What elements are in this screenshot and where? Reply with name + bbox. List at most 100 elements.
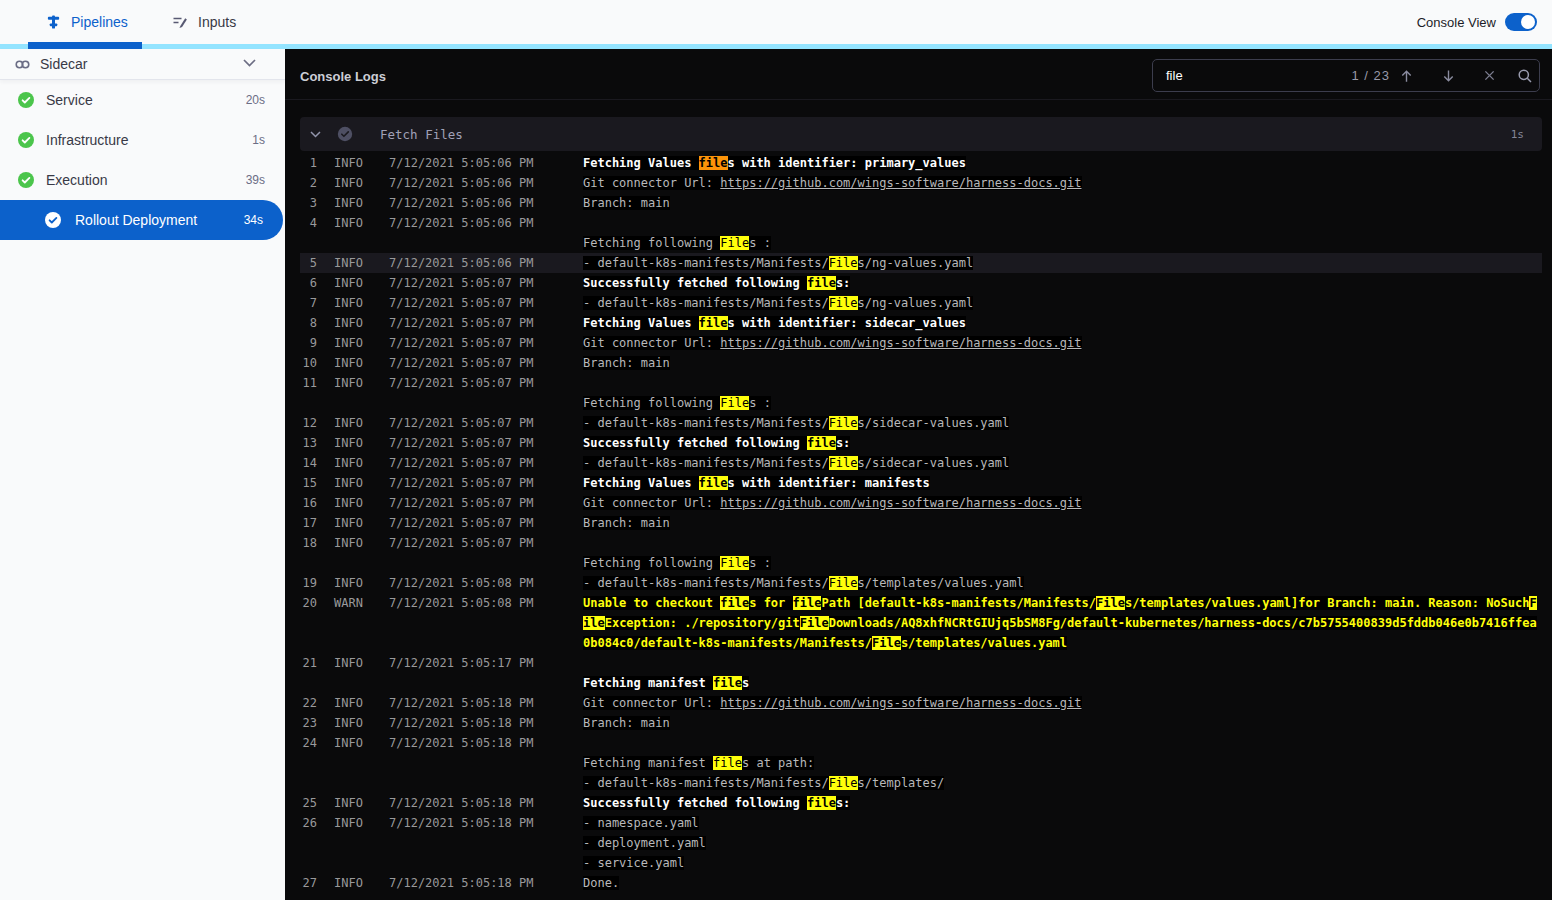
log-section-header[interactable]: Fetch Files 1s bbox=[300, 117, 1542, 151]
stage-duration: 1s bbox=[252, 120, 265, 160]
log-message-cell: Git connector Url: https://github.com/wi… bbox=[583, 693, 1542, 713]
stage-label: Execution bbox=[46, 160, 107, 200]
log-message-cell: Branch: main bbox=[583, 713, 1542, 733]
log-message-cell: Fetching following Files : bbox=[583, 213, 1542, 253]
log-line-number: 1 bbox=[300, 153, 317, 173]
log-message-cell: Branch: main bbox=[583, 513, 1542, 533]
log-message-cell: Git connector Url: https://github.com/wi… bbox=[583, 493, 1542, 513]
search-match: file bbox=[713, 676, 742, 690]
section-chevron-down-icon[interactable] bbox=[310, 131, 322, 138]
log-message: Fetching manifest files at path: bbox=[583, 756, 814, 770]
log-level: INFO bbox=[334, 533, 389, 573]
log-message: Unable to checkout files for filePath [d… bbox=[583, 596, 1537, 650]
prev-match-button[interactable] bbox=[1398, 68, 1414, 84]
log-link[interactable]: https://github.com/wings-software/harnes… bbox=[720, 496, 1081, 510]
log-line-number: 2 bbox=[300, 173, 317, 193]
active-tab-underline bbox=[28, 42, 142, 49]
log-timestamp: 7/12/2021 5:05:07 PM bbox=[389, 273, 583, 293]
log-message: Fetching Values files with identifier: m… bbox=[583, 476, 930, 490]
log-message: Branch: main bbox=[583, 516, 670, 530]
success-check-icon bbox=[45, 212, 61, 228]
log-timestamp: 7/12/2021 5:05:07 PM bbox=[389, 433, 583, 453]
log-line-16: 16INFO7/12/2021 5:05:07 PMGit connector … bbox=[300, 493, 1542, 513]
log-message: - default-k8s-manifests/Manifests/Files/… bbox=[583, 776, 944, 790]
log-line-number: 27 bbox=[300, 873, 317, 893]
search-box[interactable]: file 1 / 23 bbox=[1152, 59, 1540, 92]
log-timestamp: 7/12/2021 5:05:08 PM bbox=[389, 593, 583, 653]
log-timestamp: 7/12/2021 5:05:07 PM bbox=[389, 413, 583, 433]
log-message-cell: - default-k8s-manifests/Manifests/Files/… bbox=[583, 413, 1542, 433]
log-line-14: 14INFO7/12/2021 5:05:07 PM- default-k8s-… bbox=[300, 453, 1542, 473]
log-line-10: 10INFO7/12/2021 5:05:07 PMBranch: main bbox=[300, 353, 1542, 373]
log-level: INFO bbox=[334, 433, 389, 453]
next-match-button[interactable] bbox=[1440, 68, 1456, 84]
section-status-icon bbox=[337, 126, 353, 142]
log-line-19: 19INFO7/12/2021 5:05:08 PM- default-k8s-… bbox=[300, 573, 1542, 593]
search-match: file bbox=[699, 476, 728, 490]
stage-duration: 20s bbox=[246, 80, 265, 120]
log-level: INFO bbox=[334, 473, 389, 493]
log-level: INFO bbox=[334, 253, 389, 273]
tab-pipelines-label: Pipelines bbox=[71, 14, 128, 30]
sidebar-item-rollout-deployment[interactable]: Rollout Deployment 34s bbox=[0, 200, 283, 240]
section-duration: 1s bbox=[1511, 128, 1524, 141]
console-view-toggle[interactable] bbox=[1505, 13, 1537, 31]
log-line-12: 12INFO7/12/2021 5:05:07 PM- default-k8s-… bbox=[300, 413, 1542, 433]
sidebar-item-service[interactable]: Service 20s bbox=[0, 80, 285, 120]
search-match: file bbox=[807, 796, 836, 810]
search-icon[interactable] bbox=[1517, 68, 1533, 84]
log-timestamp: 7/12/2021 5:05:07 PM bbox=[389, 333, 583, 353]
log-line-11: 11INFO7/12/2021 5:05:07 PMFetching follo… bbox=[300, 373, 1542, 413]
log-message: Fetching following Files : bbox=[583, 396, 771, 410]
log-line-27: 27INFO7/12/2021 5:05:18 PMDone. bbox=[300, 873, 1542, 893]
log-link[interactable]: https://github.com/wings-software/harnes… bbox=[720, 336, 1081, 350]
clear-search-icon[interactable] bbox=[1481, 68, 1497, 84]
log-level: INFO bbox=[334, 573, 389, 593]
success-check-icon bbox=[18, 172, 34, 188]
console-logs-title: Console Logs bbox=[300, 69, 386, 84]
pipeline-header[interactable]: Sidecar bbox=[0, 49, 285, 80]
log-message: Git connector Url: https://github.com/wi… bbox=[583, 336, 1082, 350]
log-message: - default-k8s-manifests/Manifests/Files/… bbox=[583, 576, 1024, 590]
log-line-number: 12 bbox=[300, 413, 317, 433]
log-line-3: 3INFO7/12/2021 5:05:06 PMBranch: main bbox=[300, 193, 1542, 213]
console-header: Console Logs file 1 / 23 bbox=[285, 49, 1552, 100]
log-line-24: 24INFO7/12/2021 5:05:18 PMFetching manif… bbox=[300, 733, 1542, 793]
pipeline-title: Sidecar bbox=[40, 56, 87, 72]
log-timestamp: 7/12/2021 5:05:07 PM bbox=[389, 513, 583, 533]
sidebar-item-execution[interactable]: Execution39s bbox=[0, 160, 285, 200]
log-line-number: 20 bbox=[300, 593, 317, 653]
log-timestamp: 7/12/2021 5:05:18 PM bbox=[389, 793, 583, 813]
log-line-17: 17INFO7/12/2021 5:05:07 PMBranch: main bbox=[300, 513, 1542, 533]
log-timestamp: 7/12/2021 5:05:18 PM bbox=[389, 713, 583, 733]
log-timestamp: 7/12/2021 5:05:06 PM bbox=[389, 153, 583, 173]
log-level: INFO bbox=[334, 173, 389, 193]
stage-label: Infrastructure bbox=[46, 120, 128, 160]
log-message: Fetching following Files : bbox=[583, 556, 771, 570]
log-line-number: 25 bbox=[300, 793, 317, 813]
log-level: INFO bbox=[334, 813, 389, 873]
log-line-6: 6INFO7/12/2021 5:05:07 PMSuccessfully fe… bbox=[300, 273, 1542, 293]
log-message: Successfully fetched following files: bbox=[583, 276, 850, 290]
log-level: WARN bbox=[334, 593, 389, 653]
log-link[interactable]: https://github.com/wings-software/harnes… bbox=[720, 696, 1081, 710]
sidebar-item-infrastructure[interactable]: Infrastructure 1s bbox=[0, 120, 285, 160]
log-line-23: 23INFO7/12/2021 5:05:18 PMBranch: main bbox=[300, 713, 1542, 733]
log-message-cell: - namespace.yaml- deployment.yaml- servi… bbox=[583, 813, 1542, 873]
log-timestamp: 7/12/2021 5:05:07 PM bbox=[389, 373, 583, 413]
search-input[interactable]: file bbox=[1153, 68, 1351, 83]
success-check-icon bbox=[18, 92, 34, 108]
log-line-1: 1INFO7/12/2021 5:05:06 PMFetching Values… bbox=[300, 153, 1542, 173]
toggle-knob bbox=[1521, 15, 1535, 29]
log-line-number: 9 bbox=[300, 333, 317, 353]
log-link[interactable]: https://github.com/wings-software/harnes… bbox=[720, 176, 1081, 190]
chevron-down-icon[interactable] bbox=[243, 59, 256, 67]
log-line-number: 7 bbox=[300, 293, 317, 313]
log-message-cell: Branch: main bbox=[583, 193, 1542, 213]
log-timestamp: 7/12/2021 5:05:18 PM bbox=[389, 693, 583, 713]
stage-label: Service bbox=[46, 80, 93, 120]
log-timestamp: 7/12/2021 5:05:07 PM bbox=[389, 353, 583, 373]
tab-inputs[interactable]: Inputs bbox=[172, 0, 236, 44]
log-message-cell: Done. bbox=[583, 873, 1542, 893]
tab-pipelines[interactable]: Pipelines bbox=[46, 0, 128, 44]
